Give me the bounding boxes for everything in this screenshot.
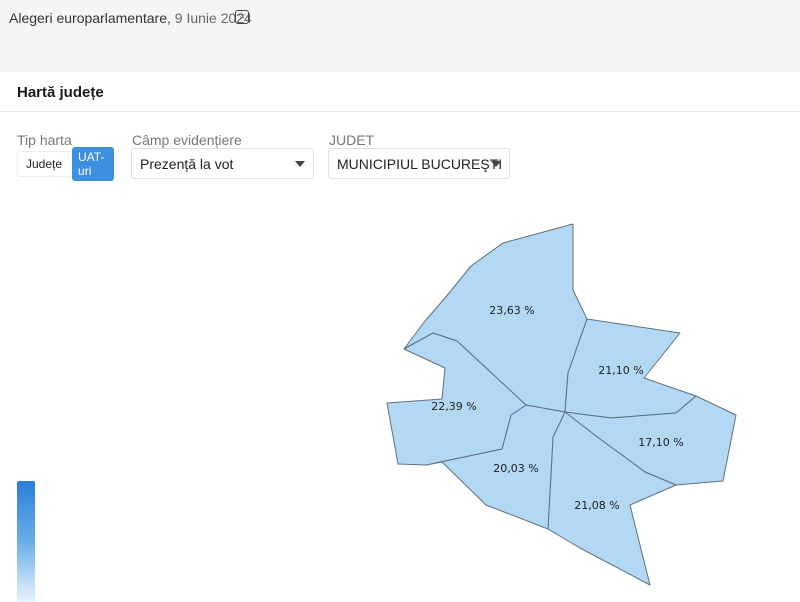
top-bar: Alegeri europarlamentare, 9 Iunie 2024 ☆ xyxy=(0,0,800,72)
sector-6-value: 22,39 % xyxy=(431,400,476,413)
toggle-option-judete[interactable]: Județe xyxy=(20,154,68,174)
sector-5-value: 20,03 % xyxy=(493,462,538,475)
highlight-field-label: Câmp evidențiere xyxy=(132,132,242,148)
chevron-down-icon xyxy=(295,161,305,167)
color-legend-bar xyxy=(17,481,35,602)
section-title: Hartă județe xyxy=(17,84,104,101)
election-title[interactable]: Alegeri europarlamentare, xyxy=(9,10,171,26)
section-divider xyxy=(0,111,800,112)
sector-1-value: 23,63 % xyxy=(489,304,534,317)
map-type-label: Tip harta xyxy=(17,132,72,148)
star-icon[interactable]: ☆ xyxy=(235,10,249,24)
county-label: JUDET xyxy=(329,132,375,148)
county-select[interactable]: MUNICIPIUL BUCUREŞTI xyxy=(328,148,510,179)
county-value: MUNICIPIUL BUCUREŞTI xyxy=(337,155,503,172)
sector-4-value: 21,08 % xyxy=(574,499,619,512)
sector-2-value: 21,10 % xyxy=(598,364,643,377)
chevron-down-icon xyxy=(491,161,501,167)
bucharest-sector-map: 23,63 % 21,10 % 17,10 % 21,08 % 20,03 % … xyxy=(386,223,737,586)
sector-3-value: 17,10 % xyxy=(638,436,683,449)
highlight-field-select[interactable]: Prezență la vot xyxy=(131,148,314,179)
breadcrumb: Alegeri europarlamentare, 9 Iunie 2024 xyxy=(9,10,252,26)
highlight-field-value: Prezență la vot xyxy=(140,155,234,172)
map-type-toggle: Județe UAT-uri xyxy=(17,147,117,181)
toggle-option-uat[interactable]: UAT-uri xyxy=(72,147,114,181)
